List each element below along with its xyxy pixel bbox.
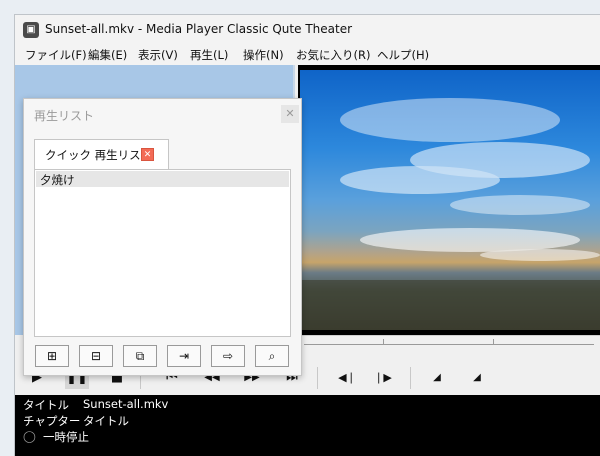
control-separator — [317, 367, 318, 389]
tab-quick-playlist[interactable]: クイック 再生リスト ✕ — [34, 139, 169, 169]
frame-forward-icon[interactable]: ❘▶ — [371, 367, 395, 389]
list-item-label: 夕焼け — [40, 173, 75, 187]
menu-bar: ファイル(F) 編集(E) 表示(V) 再生(L) 操作(N) お気に入り(R)… — [15, 45, 600, 65]
tab-label: クイック 再生リスト — [45, 148, 153, 162]
menu-help[interactable]: ヘルプ(H) — [377, 47, 429, 63]
paused-status-icon: ◯ — [23, 429, 36, 443]
remove-icon[interactable]: ⊟ — [79, 345, 113, 367]
close-icon[interactable]: ✕ — [281, 105, 299, 123]
title-value: Sunset-all.mkv — [83, 397, 169, 411]
seek-tick — [383, 339, 384, 345]
status-panel: タイトル Sunset-all.mkv チャプター タイトル ◯ 一時停止 — [15, 395, 600, 456]
menu-play[interactable]: 再生(L) — [190, 47, 228, 63]
title-bar[interactable]: ▣ Sunset-all.mkv - Media Player Classic … — [15, 15, 600, 45]
close-icon[interactable]: ✕ — [141, 148, 154, 161]
export-icon[interactable]: ⇨ — [211, 345, 245, 367]
menu-navigate[interactable]: 操作(N) — [243, 47, 284, 63]
volume-down-icon[interactable]: ◢ — [425, 367, 449, 389]
menu-favorites[interactable]: お気に入り(R) — [296, 47, 370, 63]
video-display[interactable] — [298, 65, 600, 335]
menu-file[interactable]: ファイル(F) — [25, 47, 87, 63]
search-list-icon[interactable]: ⌕ — [255, 345, 289, 367]
seek-tick — [493, 339, 494, 345]
playback-state: 一時停止 — [43, 430, 89, 444]
film-icon: ▣ — [23, 22, 39, 38]
seek-track[interactable] — [304, 344, 594, 345]
video-frame — [300, 70, 600, 330]
control-separator — [410, 367, 411, 389]
playlist-dialog[interactable]: 再生リスト ✕ クイック 再生リスト ✕ 夕焼け ⊞ ⊟ ⧉ ⇥ ⇨ ⌕ — [23, 98, 302, 376]
menu-edit[interactable]: 編集(E) — [88, 47, 127, 63]
chapter-label: チャプター — [23, 414, 81, 428]
menu-view[interactable]: 表示(V) — [138, 47, 178, 63]
chapter-value: タイトル — [83, 414, 129, 428]
dialog-title: 再生リスト — [34, 109, 95, 123]
list-item[interactable]: 夕焼け — [36, 171, 289, 187]
seek-bar[interactable] — [298, 335, 600, 354]
import-icon[interactable]: ⇥ — [167, 345, 201, 367]
volume-up-icon[interactable]: ◢ — [465, 367, 489, 389]
add-icon[interactable]: ⊞ — [35, 345, 69, 367]
frame-back-icon[interactable]: ◀❘ — [335, 367, 359, 389]
window-title: Sunset-all.mkv - Media Player Classic Qu… — [45, 22, 353, 36]
title-label: タイトル — [23, 398, 69, 412]
cloud-layer — [300, 98, 600, 330]
playlist[interactable]: 夕焼け — [34, 169, 291, 337]
duplicate-icon[interactable]: ⧉ — [123, 345, 157, 367]
